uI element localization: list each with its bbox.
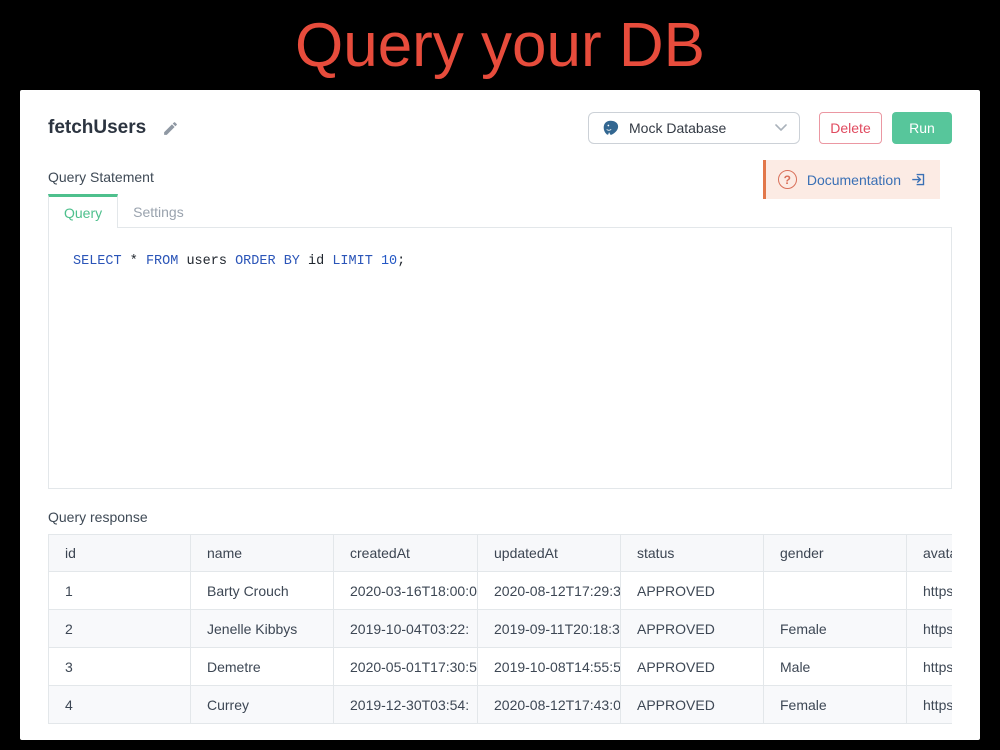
- question-circle-icon: ?: [778, 170, 797, 189]
- cell-name: Currey: [191, 686, 334, 724]
- response-section-label: Query response: [48, 509, 952, 525]
- cell-status: APPROVED: [621, 572, 764, 610]
- column-header-updatedAt: updatedAt: [478, 535, 621, 572]
- query-name-wrap: fetchUsers: [48, 117, 179, 139]
- datasource-dropdown[interactable]: Mock Database: [588, 112, 800, 144]
- sql-code-line: SELECT * FROM users ORDER BY id LIMIT 10…: [73, 254, 927, 269]
- delete-button[interactable]: Delete: [819, 112, 882, 144]
- query-toolbar: fetchUsers Mock Database: [48, 90, 952, 144]
- cell-name: Jenelle Kibbys: [191, 610, 334, 648]
- toolbar-controls: Mock Database Delete Run: [588, 112, 952, 144]
- table-row: 4Currey2019-12-30T03:54:2020-08-12T17:43…: [49, 686, 953, 724]
- external-link-icon: [911, 172, 926, 187]
- cell-gender: Female: [764, 610, 907, 648]
- cell-status: APPROVED: [621, 610, 764, 648]
- documentation-link[interactable]: ? Documentation: [763, 160, 940, 199]
- cell-id: 2: [49, 610, 191, 648]
- run-button[interactable]: Run: [892, 112, 952, 144]
- table-row: 3Demetre2020-05-01T17:30:52019-10-08T14:…: [49, 648, 953, 686]
- column-header-gender: gender: [764, 535, 907, 572]
- cell-createdAt: 2019-10-04T03:22:: [334, 610, 478, 648]
- cell-id: 4: [49, 686, 191, 724]
- table-row: 1Barty Crouch2020-03-16T18:00:02020-08-1…: [49, 572, 953, 610]
- cell-name: Demetre: [191, 648, 334, 686]
- cell-updatedAt: 2020-08-12T17:29:3: [478, 572, 621, 610]
- cell-gender: Male: [764, 648, 907, 686]
- column-header-id: id: [49, 535, 191, 572]
- cell-avatar: https://: [907, 648, 953, 686]
- table-header-row: idnamecreatedAtupdatedAtstatusgenderavat…: [49, 535, 953, 572]
- cell-status: APPROVED: [621, 686, 764, 724]
- page: Query your DB fetchUsers Mock Database: [0, 0, 1000, 750]
- cell-avatar: https://: [907, 686, 953, 724]
- page-title: Query your DB: [0, 0, 1000, 90]
- column-header-createdAt: createdAt: [334, 535, 478, 572]
- column-header-avatar: avatar: [907, 535, 953, 572]
- tab-query[interactable]: Query: [48, 194, 118, 228]
- column-header-status: status: [621, 535, 764, 572]
- postgresql-icon: [601, 119, 620, 138]
- cell-updatedAt: 2019-09-11T20:18:3: [478, 610, 621, 648]
- table-row: 2Jenelle Kibbys2019-10-04T03:22:2019-09-…: [49, 610, 953, 648]
- query-name: fetchUsers: [48, 117, 146, 139]
- chevron-down-icon: [775, 124, 787, 132]
- query-response-table: idnamecreatedAtupdatedAtstatusgenderavat…: [48, 534, 952, 724]
- cell-name: Barty Crouch: [191, 572, 334, 610]
- query-panel: fetchUsers Mock Database: [20, 90, 980, 740]
- cell-id: 3: [49, 648, 191, 686]
- cell-status: APPROVED: [621, 648, 764, 686]
- cell-createdAt: 2020-05-01T17:30:5: [334, 648, 478, 686]
- edit-pencil-icon[interactable]: [162, 120, 179, 137]
- cell-avatar: https://: [907, 572, 953, 610]
- cell-gender: Female: [764, 686, 907, 724]
- cell-id: 1: [49, 572, 191, 610]
- query-response-container: idnamecreatedAtupdatedAtstatusgenderavat…: [48, 534, 952, 724]
- documentation-label: Documentation: [807, 172, 901, 188]
- cell-createdAt: 2020-03-16T18:00:0: [334, 572, 478, 610]
- cell-updatedAt: 2020-08-12T17:43:0: [478, 686, 621, 724]
- cell-avatar: https://: [907, 610, 953, 648]
- cell-gender: [764, 572, 907, 610]
- tab-settings[interactable]: Settings: [118, 194, 199, 227]
- cell-updatedAt: 2019-10-08T14:55:5: [478, 648, 621, 686]
- datasource-selected: Mock Database: [629, 120, 766, 136]
- sql-editor[interactable]: SELECT * FROM users ORDER BY id LIMIT 10…: [48, 227, 952, 489]
- cell-createdAt: 2019-12-30T03:54:: [334, 686, 478, 724]
- column-header-name: name: [191, 535, 334, 572]
